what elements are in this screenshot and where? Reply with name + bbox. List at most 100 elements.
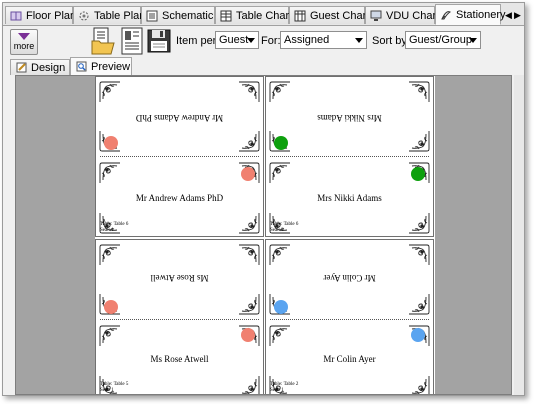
table-chart-icon [220,10,232,21]
fold-line [100,319,259,320]
corner-ornament-icon [269,244,291,266]
corner-ornament-icon [269,81,291,103]
sort-by-select[interactable]: Guest/Group [405,31,481,49]
tab-label: Schematic [162,9,214,22]
seat-info: Table: Table 6 Seat: 1 [100,222,128,234]
corner-ornament-icon [408,212,430,234]
more-label: more [13,41,35,51]
color-marker-dot [104,300,118,314]
corner-ornament-icon [408,130,430,152]
fold-line [270,156,429,157]
corner-ornament-icon [238,375,260,394]
corner-ornament-icon [238,212,260,234]
schematic-icon [146,10,158,21]
corner-ornament-icon [238,244,260,266]
pencil-icon [16,62,27,73]
corner-ornament-icon [408,244,430,266]
tab-label: Table Plan [94,9,146,22]
tab-label: VDU Chart [386,9,440,22]
corner-ornament-icon [269,325,291,347]
seat-info: Table: Table 2 Seat: 1 [270,382,298,394]
fold-line [100,156,259,157]
color-marker-dot [241,167,255,181]
place-card: Ms Rose Atwell Ms Rose Atwell Table: Tab… [95,239,264,394]
corner-ornament-icon [269,162,291,184]
more-button[interactable]: more [10,29,38,55]
color-marker-dot [411,328,425,342]
seat-number: Seat: 2 [270,228,284,233]
mode-tab-bar: Design Preview [3,57,524,75]
corner-ornament-icon [99,81,121,103]
corner-ornament-icon [99,244,121,266]
vertical-scrollbar[interactable] [514,75,524,395]
corner-ornament-icon [238,81,260,103]
seat-number: Seat: 1 [270,388,284,393]
tab-scroll-buttons: ◀ ▶ [504,7,522,23]
tab-label: Table Chart [236,9,293,22]
guest-name: Mr Andrew Adams PhD [135,193,224,203]
corner-ornament-icon [99,162,121,184]
dropdown-arrow-icon [247,38,255,43]
tab-guest-chart[interactable]: Guest Chart [289,6,369,24]
item-per-label: Item per: [176,35,220,47]
tab-design[interactable]: Design [10,59,70,75]
guest-name: Ms Rose Atwell [150,354,209,364]
color-marker-dot [274,300,288,314]
table-plan-icon [79,11,89,20]
page-layout-icon[interactable] [119,27,145,55]
corner-ornament-icon [408,81,430,103]
vdu-chart-icon [370,10,382,21]
tab-vdu-chart[interactable]: VDU Chart [365,6,439,24]
item-per-select[interactable]: Guest [215,31,259,49]
stationery-toolbar: more Item per: Guest For: Assigned Sort … [3,26,524,56]
color-marker-dot [104,136,118,150]
guest-name: Mr Colin Ayer [323,354,376,364]
stationery-icon [441,10,451,19]
tab-stationery[interactable]: Stationery [435,4,506,25]
guest-name-inverted: Mr Colin Ayer [323,273,376,283]
corner-ornament-icon [408,293,430,315]
place-card: Mr Colin Ayer Mr Colin Ayer Table: Table… [265,239,434,394]
corner-ornament-icon [99,325,121,347]
corner-ornament-icon [238,130,260,152]
view-tab-bar: Floor Plan Table Plan Schematic Table Ch… [3,3,524,26]
sort-by-value: Guest/Group [409,34,472,46]
for-value: Assigned [284,34,330,46]
open-template-icon[interactable] [90,27,116,55]
dropdown-arrow-icon [355,38,363,43]
floor-plan-icon [10,11,22,20]
for-label: For: [261,35,281,47]
place-card: Mr Andrew Adams PhD Mr Andrew Adams PhD … [95,76,264,237]
tab-table-plan[interactable]: Table Plan [73,6,145,24]
guest-name: Mrs Nikki Adams [317,193,382,203]
fold-line [270,319,429,320]
color-marker-dot [411,167,425,181]
guest-name-inverted: Mr Andrew Adams PhD [135,113,224,123]
tab-preview[interactable]: Preview [70,57,132,75]
tab-schematic[interactable]: Schematic [141,6,215,24]
item-per-value: Guest [219,34,249,46]
tab-label: Preview [91,60,131,73]
corner-ornament-icon [238,293,260,315]
tab-floor-plan[interactable]: Floor Plan [5,6,77,24]
color-marker-dot [241,328,255,342]
for-select[interactable]: Assigned [280,31,367,49]
place-card: Mrs Nikki Adams Mrs Nikki Adams Table: T… [265,76,434,237]
app-window: Floor Plan Table Plan Schematic Table Ch… [2,2,525,396]
guest-name-inverted: Ms Rose Atwell [150,273,209,283]
preview-page: Mr Andrew Adams PhD Mr Andrew Adams PhD … [95,76,435,394]
tab-label: Floor Plan [26,9,77,22]
tab-label: Stationery [456,8,506,21]
save-icon[interactable] [146,27,172,55]
tab-scroll-right-icon[interactable]: ▶ [513,7,522,23]
tab-scroll-left-icon[interactable]: ◀ [504,7,513,23]
guest-name-inverted: Mrs Nikki Adams [317,113,382,123]
dropdown-arrow-icon [469,38,477,43]
tab-table-chart[interactable]: Table Chart [215,6,293,24]
seat-number: Seat: 1 [100,228,114,233]
corner-ornament-icon [408,375,430,394]
magnifier-icon [76,61,87,72]
seat-info: Table: Table 6 Seat: 2 [270,222,298,234]
color-marker-dot [274,136,288,150]
guest-chart-icon [294,10,306,21]
